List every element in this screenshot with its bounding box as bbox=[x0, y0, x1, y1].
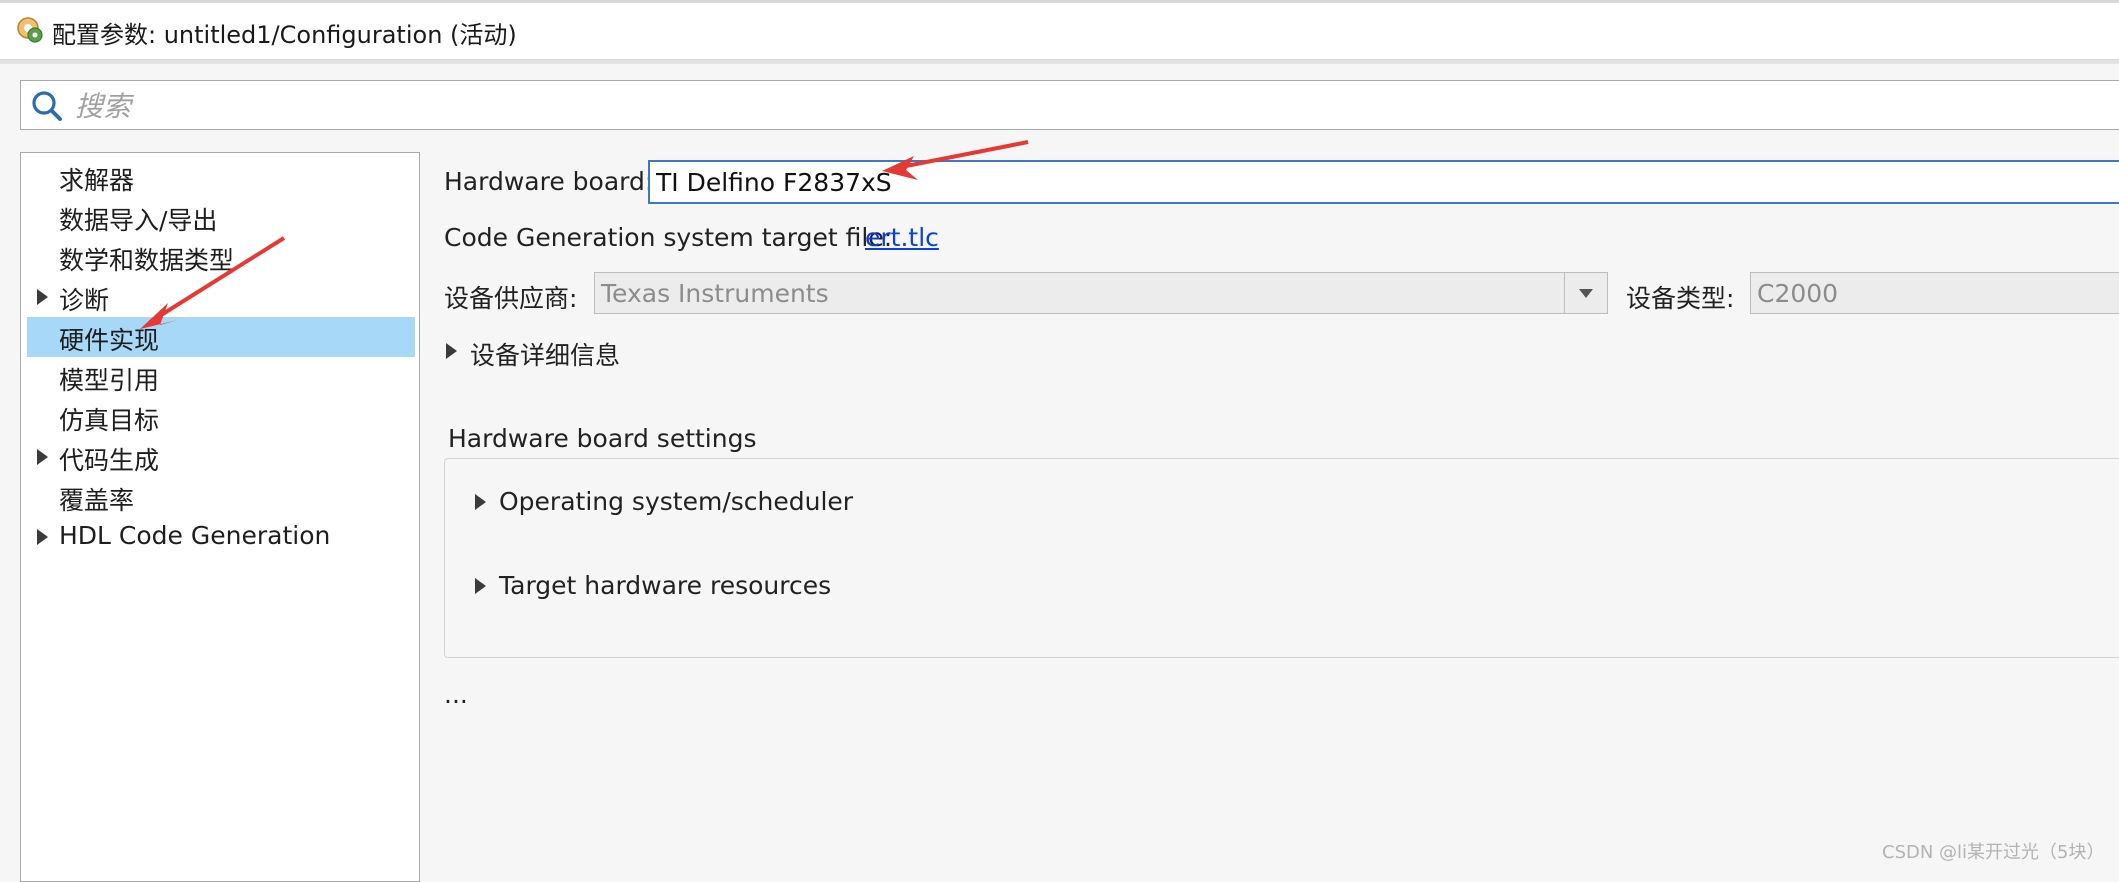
os-scheduler-label: Operating system/scheduler bbox=[499, 487, 854, 516]
device-type-value: C2000 bbox=[1757, 279, 1839, 308]
codegen-target-link[interactable]: ert.tlc bbox=[865, 223, 939, 252]
dropdown-button[interactable] bbox=[1564, 273, 1607, 313]
target-hw-resources-label: Target hardware resources bbox=[499, 571, 832, 600]
device-vendor-dropdown[interactable]: Texas Instruments bbox=[594, 272, 1608, 314]
tree-item-label: 数学和数据类型 bbox=[59, 246, 235, 275]
expand-arrow-icon bbox=[446, 343, 457, 359]
tree-item-solver[interactable]: 求解器 bbox=[27, 157, 415, 197]
more-ellipsis: ... bbox=[444, 680, 468, 709]
codegen-target-label: Code Generation system target file: bbox=[444, 223, 893, 252]
expand-arrow-icon[interactable] bbox=[37, 529, 48, 545]
tree-item-math-data-types[interactable]: 数学和数据类型 bbox=[27, 237, 415, 277]
window-title: 配置参数: untitled1/Configuration (活动) bbox=[52, 21, 517, 49]
tree-item-hardware-implementation[interactable]: 硬件实现 bbox=[27, 317, 415, 357]
device-details-label: 设备详细信息 bbox=[470, 341, 621, 370]
board-settings-title: Hardware board settings bbox=[448, 424, 757, 453]
tree-item-label: 求解器 bbox=[59, 166, 135, 195]
tree-item-code-generation[interactable]: 代码生成 bbox=[27, 437, 415, 477]
hardware-board-label: Hardware board: bbox=[444, 167, 654, 196]
expand-arrow-icon bbox=[475, 578, 486, 594]
device-type-label: 设备类型: bbox=[1626, 284, 1735, 313]
tree-item-diagnostics[interactable]: 诊断 bbox=[27, 277, 415, 317]
device-type-field: C2000 bbox=[1750, 272, 2119, 314]
device-vendor-value: Texas Instruments bbox=[601, 279, 829, 308]
chevron-down-icon bbox=[1579, 289, 1593, 298]
title-bar: 配置参数: untitled1/Configuration (活动) bbox=[0, 3, 2119, 60]
search-icon bbox=[32, 91, 62, 121]
target-hw-resources-expander[interactable]: Target hardware resources bbox=[475, 571, 1075, 611]
title-separator bbox=[0, 60, 2119, 64]
search-input[interactable] bbox=[73, 85, 1877, 127]
settings-panel: Hardware board: Code Generation system t… bbox=[422, 140, 2119, 871]
device-details-expander[interactable]: 设备详细信息 bbox=[444, 336, 844, 376]
tree-item-label: 数据导入/导出 bbox=[59, 206, 218, 235]
category-tree: 求解器 数据导入/导出 数学和数据类型 诊断 硬件实现 模型引用 仿真目标 代码… bbox=[20, 152, 420, 882]
hardware-board-field[interactable] bbox=[648, 160, 2119, 204]
tree-item-simulation-target[interactable]: 仿真目标 bbox=[27, 397, 415, 437]
tree-item-label: 硬件实现 bbox=[59, 326, 160, 355]
tree-item-label: 代码生成 bbox=[59, 446, 160, 475]
tree-item-model-referencing[interactable]: 模型引用 bbox=[27, 357, 415, 397]
watermark: CSDN @li某开过光（5块） bbox=[1882, 842, 2105, 863]
tree-item-label: 模型引用 bbox=[59, 366, 160, 395]
expand-arrow-icon[interactable] bbox=[37, 289, 48, 305]
os-scheduler-expander[interactable]: Operating system/scheduler bbox=[475, 487, 1075, 527]
tree-item-label: 仿真目标 bbox=[59, 406, 160, 435]
tree-item-label: 覆盖率 bbox=[59, 486, 135, 515]
device-vendor-label: 设备供应商: bbox=[444, 284, 578, 313]
tree-item-label: HDL Code Generation bbox=[59, 521, 331, 550]
tree-item-label: 诊断 bbox=[59, 286, 110, 315]
tree-item-coverage[interactable]: 覆盖率 bbox=[27, 477, 415, 517]
expand-arrow-icon bbox=[475, 494, 486, 510]
app-icon bbox=[17, 17, 43, 43]
tree-item-data-import-export[interactable]: 数据导入/导出 bbox=[27, 197, 415, 237]
search-bar[interactable] bbox=[20, 80, 2119, 130]
expand-arrow-icon[interactable] bbox=[37, 449, 48, 465]
tree-item-hdl-code-generation[interactable]: HDL Code Generation bbox=[27, 517, 415, 557]
board-settings-group: Operating system/scheduler Target hardwa… bbox=[444, 458, 2119, 658]
